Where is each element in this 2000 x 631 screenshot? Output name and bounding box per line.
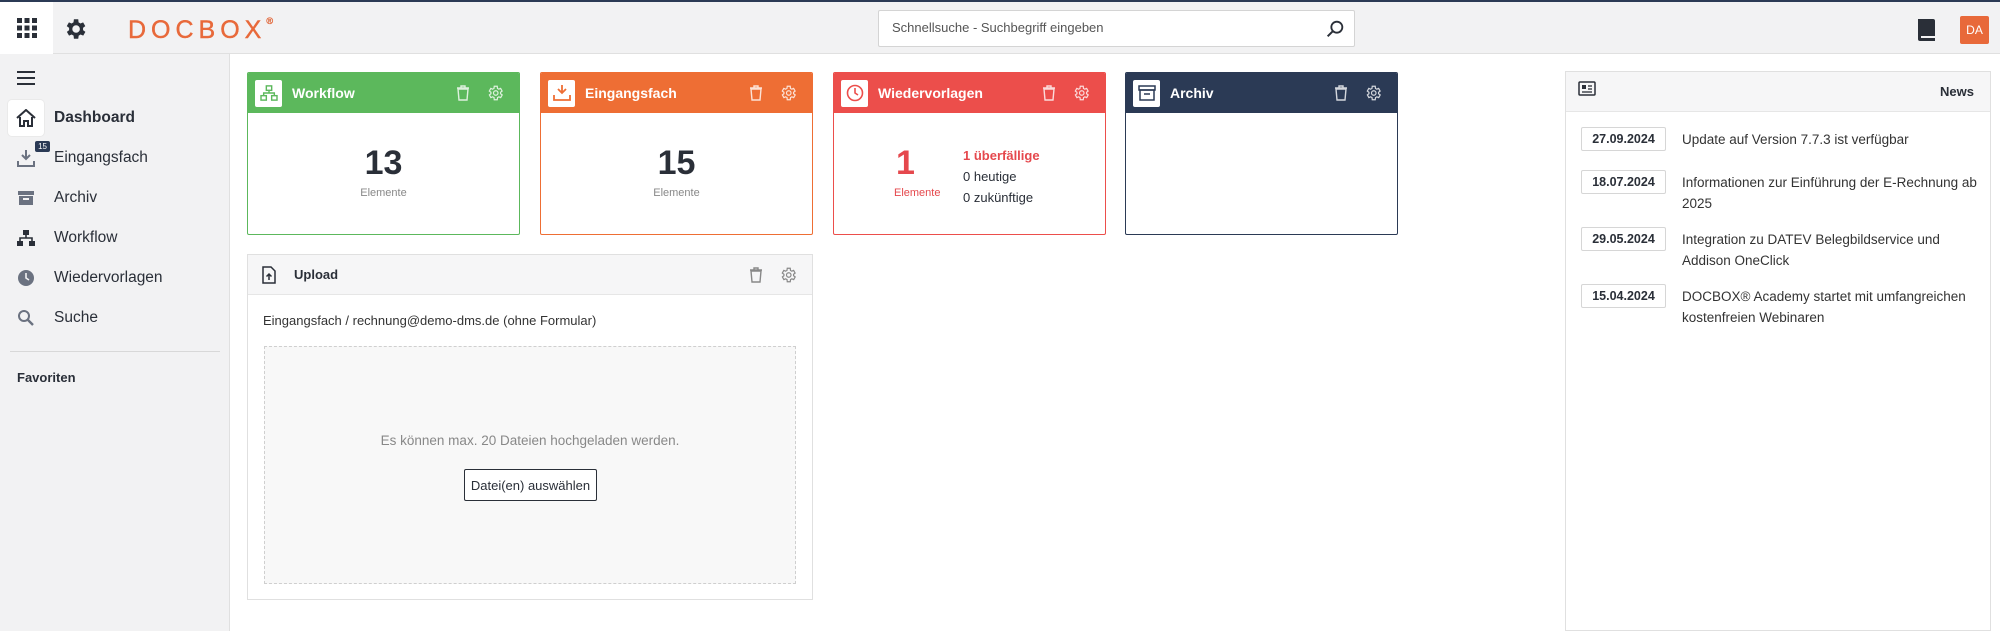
resubmission-count: 1 bbox=[896, 144, 915, 182]
news-date: 15.04.2024 bbox=[1581, 284, 1666, 308]
file-dropzone[interactable]: Es können max. 20 Dateien hochgeladen we… bbox=[264, 346, 796, 584]
quick-search bbox=[878, 10, 1355, 47]
sidebar-item-dashboard[interactable]: Dashboard bbox=[8, 100, 222, 136]
workflow-icon bbox=[259, 85, 278, 101]
resubmission-breakdown: 1 überfällige 0 heutige 0 zukünftige bbox=[963, 145, 1040, 208]
sidebar-item-eingangsfach[interactable]: 15 Eingangsfach bbox=[8, 140, 222, 176]
news-link[interactable]: Update auf Version 7.7.3 ist verfügbar bbox=[1682, 129, 1977, 150]
select-files-button[interactable]: Datei(en) auswählen bbox=[464, 469, 597, 501]
sidebar-item-label: Archiv bbox=[54, 189, 98, 206]
menu-toggle-icon[interactable] bbox=[17, 71, 35, 85]
quick-search-input[interactable] bbox=[892, 20, 1312, 35]
card-title: Workflow bbox=[292, 85, 355, 101]
news-panel: News 27.09.2024 Update auf Version 7.7.3… bbox=[1565, 71, 1991, 631]
resubmission-card[interactable]: Wiedervorlagen 1 Elemente 1 überfällige … bbox=[833, 72, 1106, 235]
count-caption: Elemente bbox=[360, 187, 407, 199]
workflow-card[interactable]: Workflow 13 Elemente bbox=[247, 72, 520, 235]
app-grid-button[interactable] bbox=[0, 2, 53, 54]
upload-header: Upload bbox=[248, 255, 812, 295]
gear-icon[interactable] bbox=[1364, 84, 1382, 102]
gear-icon[interactable] bbox=[779, 266, 797, 284]
card-title: Eingangsfach bbox=[585, 85, 677, 101]
future-count[interactable]: 0 zukünftige bbox=[963, 187, 1040, 208]
count-caption: Elemente bbox=[894, 187, 941, 199]
inbox-download-icon bbox=[552, 85, 571, 101]
news-link[interactable]: DOCBOX® Academy startet mit umfangreiche… bbox=[1682, 286, 1977, 328]
archive-card[interactable]: Archiv bbox=[1125, 72, 1398, 235]
settings-gear-icon[interactable] bbox=[62, 16, 88, 42]
app-grid-icon bbox=[16, 18, 37, 38]
today-count[interactable]: 0 heutige bbox=[963, 166, 1040, 187]
archive-box-icon bbox=[1137, 85, 1156, 101]
archive-box-icon bbox=[18, 191, 34, 205]
inbox-card[interactable]: Eingangsfach 15 Elemente bbox=[540, 72, 813, 235]
card-title: Archiv bbox=[1170, 85, 1214, 101]
news-link[interactable]: Informationen zur Einführung der E-Rechn… bbox=[1682, 172, 1977, 214]
gear-icon[interactable] bbox=[1072, 84, 1090, 102]
trash-icon[interactable] bbox=[1040, 84, 1058, 102]
sidebar-item-suche[interactable]: Suche bbox=[8, 300, 222, 336]
trash-icon[interactable] bbox=[747, 266, 765, 284]
news-date: 27.09.2024 bbox=[1581, 127, 1666, 151]
user-avatar[interactable]: DA bbox=[1960, 16, 1989, 44]
sidebar: Dashboard 15 Eingangsfach Archiv Workflo… bbox=[0, 54, 230, 631]
inbox-count-badge: 15 bbox=[35, 141, 50, 152]
favorites-heading: Favoriten bbox=[17, 370, 76, 385]
upload-panel: Upload Eingangsfach / rechnung@demo-dms.… bbox=[247, 254, 813, 600]
trash-icon[interactable] bbox=[1332, 84, 1350, 102]
archive-card-body bbox=[1126, 113, 1397, 234]
resubmission-card-header: Wiedervorlagen bbox=[834, 73, 1105, 113]
file-upload-icon bbox=[261, 265, 276, 284]
gear-icon[interactable] bbox=[486, 84, 504, 102]
news-header: News bbox=[1566, 72, 1990, 112]
manual-book-icon[interactable] bbox=[1915, 18, 1937, 42]
upload-target-path: Eingangsfach / rechnung@demo-dms.de (ohn… bbox=[263, 313, 597, 328]
news-title: News bbox=[1940, 84, 1974, 99]
sidebar-item-label: Suche bbox=[54, 309, 98, 326]
inbox-card-header: Eingangsfach bbox=[541, 73, 812, 113]
docbox-logo[interactable]: DOCBOX® bbox=[128, 16, 273, 45]
news-date: 29.05.2024 bbox=[1581, 227, 1666, 251]
trash-icon[interactable] bbox=[747, 84, 765, 102]
trash-icon[interactable] bbox=[454, 84, 472, 102]
clock-icon bbox=[846, 84, 863, 102]
overdue-count[interactable]: 1 überfällige bbox=[963, 145, 1040, 166]
search-icon[interactable] bbox=[1324, 18, 1346, 40]
news-date: 18.07.2024 bbox=[1581, 170, 1666, 194]
home-icon bbox=[16, 109, 36, 127]
sidebar-item-archiv[interactable]: Archiv bbox=[8, 180, 222, 216]
gear-icon[interactable] bbox=[779, 84, 797, 102]
dropzone-hint: Es können max. 20 Dateien hochgeladen we… bbox=[380, 433, 680, 448]
news-link[interactable]: Integration zu DATEV Belegbildservice un… bbox=[1682, 229, 1977, 271]
sidebar-item-label: Eingangsfach bbox=[54, 149, 148, 166]
workflow-count: 13 bbox=[364, 144, 403, 182]
archive-card-header: Archiv bbox=[1126, 73, 1397, 113]
upload-title: Upload bbox=[294, 267, 339, 282]
clock-icon bbox=[18, 270, 34, 286]
sidebar-item-label: Wiedervorlagen bbox=[54, 269, 163, 286]
count-caption: Elemente bbox=[653, 187, 700, 199]
search-icon bbox=[18, 310, 34, 326]
newspaper-icon bbox=[1578, 81, 1596, 96]
inbox-count: 15 bbox=[657, 144, 696, 182]
sidebar-item-label: Dashboard bbox=[54, 109, 135, 126]
sidebar-item-wiedervorlagen[interactable]: Wiedervorlagen bbox=[8, 260, 222, 296]
workflow-card-header: Workflow bbox=[248, 73, 519, 113]
inbox-download-icon bbox=[17, 150, 35, 167]
top-bar: DOCBOX® DA bbox=[0, 0, 2000, 54]
workflow-icon bbox=[17, 230, 35, 246]
sidebar-divider bbox=[10, 351, 220, 352]
sidebar-item-workflow[interactable]: Workflow bbox=[8, 220, 222, 256]
card-title: Wiedervorlagen bbox=[878, 85, 983, 101]
sidebar-item-label: Workflow bbox=[54, 229, 118, 246]
